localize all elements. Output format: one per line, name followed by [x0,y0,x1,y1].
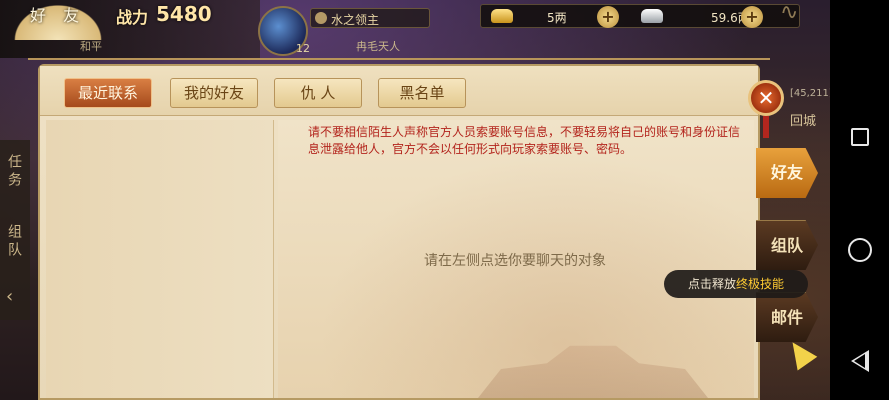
tab-recent-contacts[interactable]: 最近联系 [64,78,152,108]
collapse-arrow-icon[interactable]: ‹ [6,286,13,307]
power-value: 5480 [156,2,212,26]
side-tab-team-right[interactable]: 组队 [756,220,818,270]
panel-title: 好 友 [30,6,86,25]
tooltip-highlight: 终极技能 [736,277,785,291]
home-icon[interactable] [848,238,872,262]
contact-list[interactable] [46,120,274,398]
silver-ingot-icon [641,9,663,23]
chat-area: 请不要相信陌生人声称官方人员索要账号信息，不要轻易将自己的账号和身份证信息泄露给… [278,120,754,398]
side-tab-quest[interactable]: 任务 [4,154,24,190]
location-icon [315,12,327,24]
recent-apps-icon[interactable] [851,128,869,146]
left-side-panel: 任务 组队 ‹ [0,140,30,320]
player-hud: 好 友 和平 战力 5480 [0,0,260,58]
back-icon[interactable] [851,350,869,372]
friends-panel: 最近联系 我的好友 仇 人 黑名单 请不要相信陌生人声称官方人员索要账号信息，不… [38,64,760,400]
gold-amount: 5两 [547,11,567,25]
tooltip-prefix: 点击释放 [687,277,736,291]
add-silver-button[interactable]: + [741,6,763,28]
side-tab-friends[interactable]: 好友 [756,148,818,198]
return-city-button[interactable]: 回城 [790,110,816,129]
gold-ingot-icon [491,9,513,23]
currency-bar: 5两 + 59.6两 + [480,4,800,28]
location-name: 水之领主 [331,13,380,27]
add-gold-button[interactable]: + [597,6,619,28]
tab-enemies[interactable]: 仇 人 [274,78,362,108]
location-bar[interactable]: 水之领主 [310,8,430,28]
tassel-ornament [763,116,769,138]
map-level: 12 [296,42,310,55]
chat-placeholder: 请在左侧点选你要聊天的对象 [424,253,606,269]
power-label: 战力 [116,8,149,27]
player-status: 和平 [80,40,102,53]
tab-blacklist[interactable]: 黑名单 [378,78,466,108]
side-tab-mail[interactable]: 邮件 [756,292,818,342]
skill-tooltip: 点击释放终极技能 [664,270,808,298]
side-tab-team[interactable]: 组队 [4,224,24,260]
tab-my-friends[interactable]: 我的好友 [170,78,258,108]
panel-tab-bar: 最近联系 我的好友 仇 人 黑名单 [40,66,758,116]
player-coordinates: [45,211] [790,88,833,99]
location-sub: 冉毛天人 [356,40,400,53]
close-button[interactable]: ✕ [748,80,784,116]
security-warning: 请不要相信陌生人声称官方人员索要账号信息，不要轻易将自己的账号和身份证信息泄露给… [308,125,741,156]
cloud-ornament-icon: ∿ [780,0,799,25]
pagoda-illustration [478,345,708,398]
system-nav-bar [830,0,889,400]
